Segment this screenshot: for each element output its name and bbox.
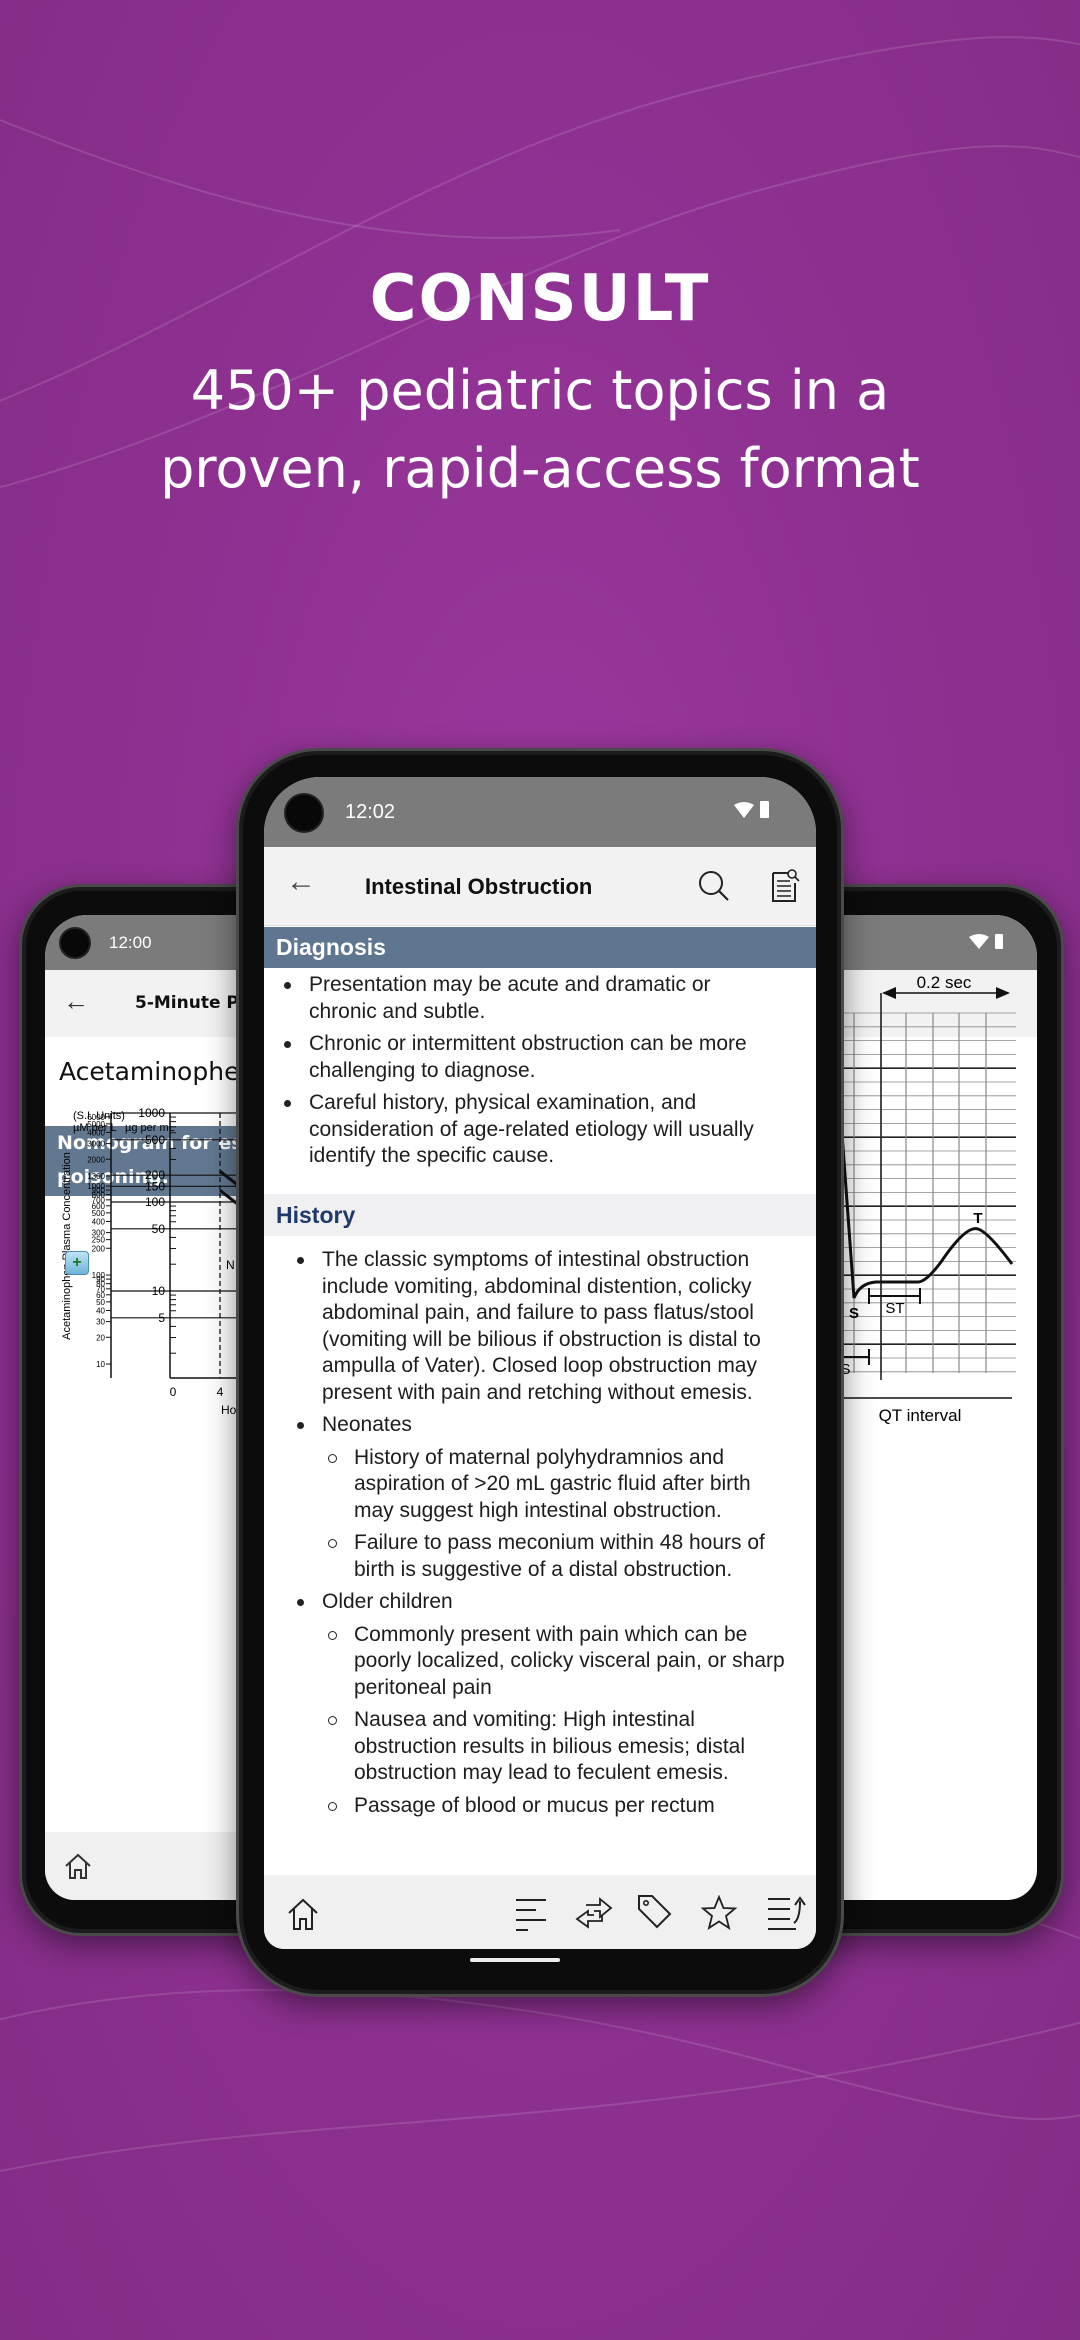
qt-label: QT interval [879,1406,962,1425]
app-bar: ← Intestinal Obstruction [264,847,816,926]
back-arrow-icon[interactable]: ← [286,865,316,899]
si-tick-label: 1300 [87,1172,105,1181]
camera-icon [284,793,324,833]
y-axis-label: Acetaminophen Plasma Concentration [61,1152,73,1340]
st-label: ST [885,1300,904,1317]
si-tick-label: 20 [96,1333,105,1342]
conv-tick-label: 50 [152,1222,166,1236]
notes-search-icon[interactable] [770,867,800,903]
list-item: Older children [264,1589,794,1616]
home-indicator[interactable] [470,1958,560,1962]
conv-tick-label: 500 [145,1133,165,1147]
list-item: Neonates [264,1412,794,1439]
list-item: The classic symptoms of intestinal obstr… [264,1247,794,1406]
t-wave-label: T [973,1210,982,1227]
subtitle-line-1: 450+ pediatric topics in a [190,359,890,422]
conv-tick-label: 5 [158,1311,165,1325]
conv-tick-label: 10 [152,1284,166,1298]
outline-icon[interactable] [514,1897,548,1931]
home-icon[interactable] [286,1897,320,1931]
zoom-in-icon[interactable]: + [65,1251,89,1275]
list-item: Commonly present with pain which can be … [264,1622,794,1702]
x-tick-label: 0 [170,1385,177,1399]
list-item: History of maternal polyhydramnios and a… [264,1445,794,1525]
app-title: Intestinal Obstruction [365,874,593,899]
search-icon[interactable] [697,869,731,903]
si-tick-label: 2000 [87,1155,105,1164]
si-tick-label: 200 [92,1244,106,1253]
ecg-trace [817,1050,1014,1299]
star-icon[interactable] [701,1895,737,1931]
x-tick-label: 4 [217,1385,224,1399]
diagnosis-heading: Diagnosis [264,927,816,968]
conv-tick-label: 150 [145,1179,165,1193]
diagnosis-list: Presentation may be acute and dramatic o… [264,972,784,1176]
status-bar: 12:02 [264,777,816,847]
battery-icon [760,801,769,818]
swap-icon[interactable] [574,1895,614,1931]
center-phone: 12:02 ← Intestinal Obstruction Diagnosis… [236,748,844,1997]
si-tick-label: 400 [92,1217,106,1226]
tag-icon[interactable] [636,1893,672,1931]
status-time: 12:02 [345,801,396,823]
history-heading: History [264,1194,816,1236]
home-icon[interactable] [63,1852,93,1880]
subtitle-line-2: proven, rapid-access format [160,437,920,500]
list-item: Presentation may be acute and dramatic o… [264,972,784,1025]
si-tick-label: 3000 [87,1140,105,1149]
list-item: Failure to pass meconium within 48 hours… [264,1530,794,1583]
conv-unit-label: µg per mL [125,1122,175,1134]
si-tick-label: 10 [96,1360,105,1369]
si-unit-label: µM per L [73,1122,117,1134]
center-phone-screen: 12:02 ← Intestinal Obstruction Diagnosis… [264,777,816,1949]
list-item: Passage of blood or mucus per rectum [264,1793,794,1820]
headline-title: CONSULT [369,262,711,336]
conv-tick-label: 100 [145,1195,165,1209]
line-label: N [226,1258,235,1272]
conv-tick-label: 1000 [138,1106,165,1120]
units-label: (S.I. Units) [73,1110,125,1122]
si-tick-label: 30 [96,1318,105,1327]
list-item: Careful history, physical examination, a… [264,1090,784,1170]
list-item: Chronic or intermittent obstruction can … [264,1031,784,1084]
bottom-nav [264,1875,816,1949]
si-tick-label: 40 [96,1306,105,1315]
headline-subtitle: 450+ pediatric topics in a proven, rapid… [0,352,1080,508]
scale-label: 0.2 sec [917,973,972,992]
list-item: Nausea and vomiting: High intestinal obs… [264,1707,794,1787]
history-list: The classic symptoms of intestinal obstr… [264,1247,794,1825]
s-wave-label: S [849,1305,859,1322]
wifi-icon [734,802,754,818]
scroll-top-icon[interactable] [766,1895,806,1931]
x-axis-label: Ho [221,1403,237,1417]
